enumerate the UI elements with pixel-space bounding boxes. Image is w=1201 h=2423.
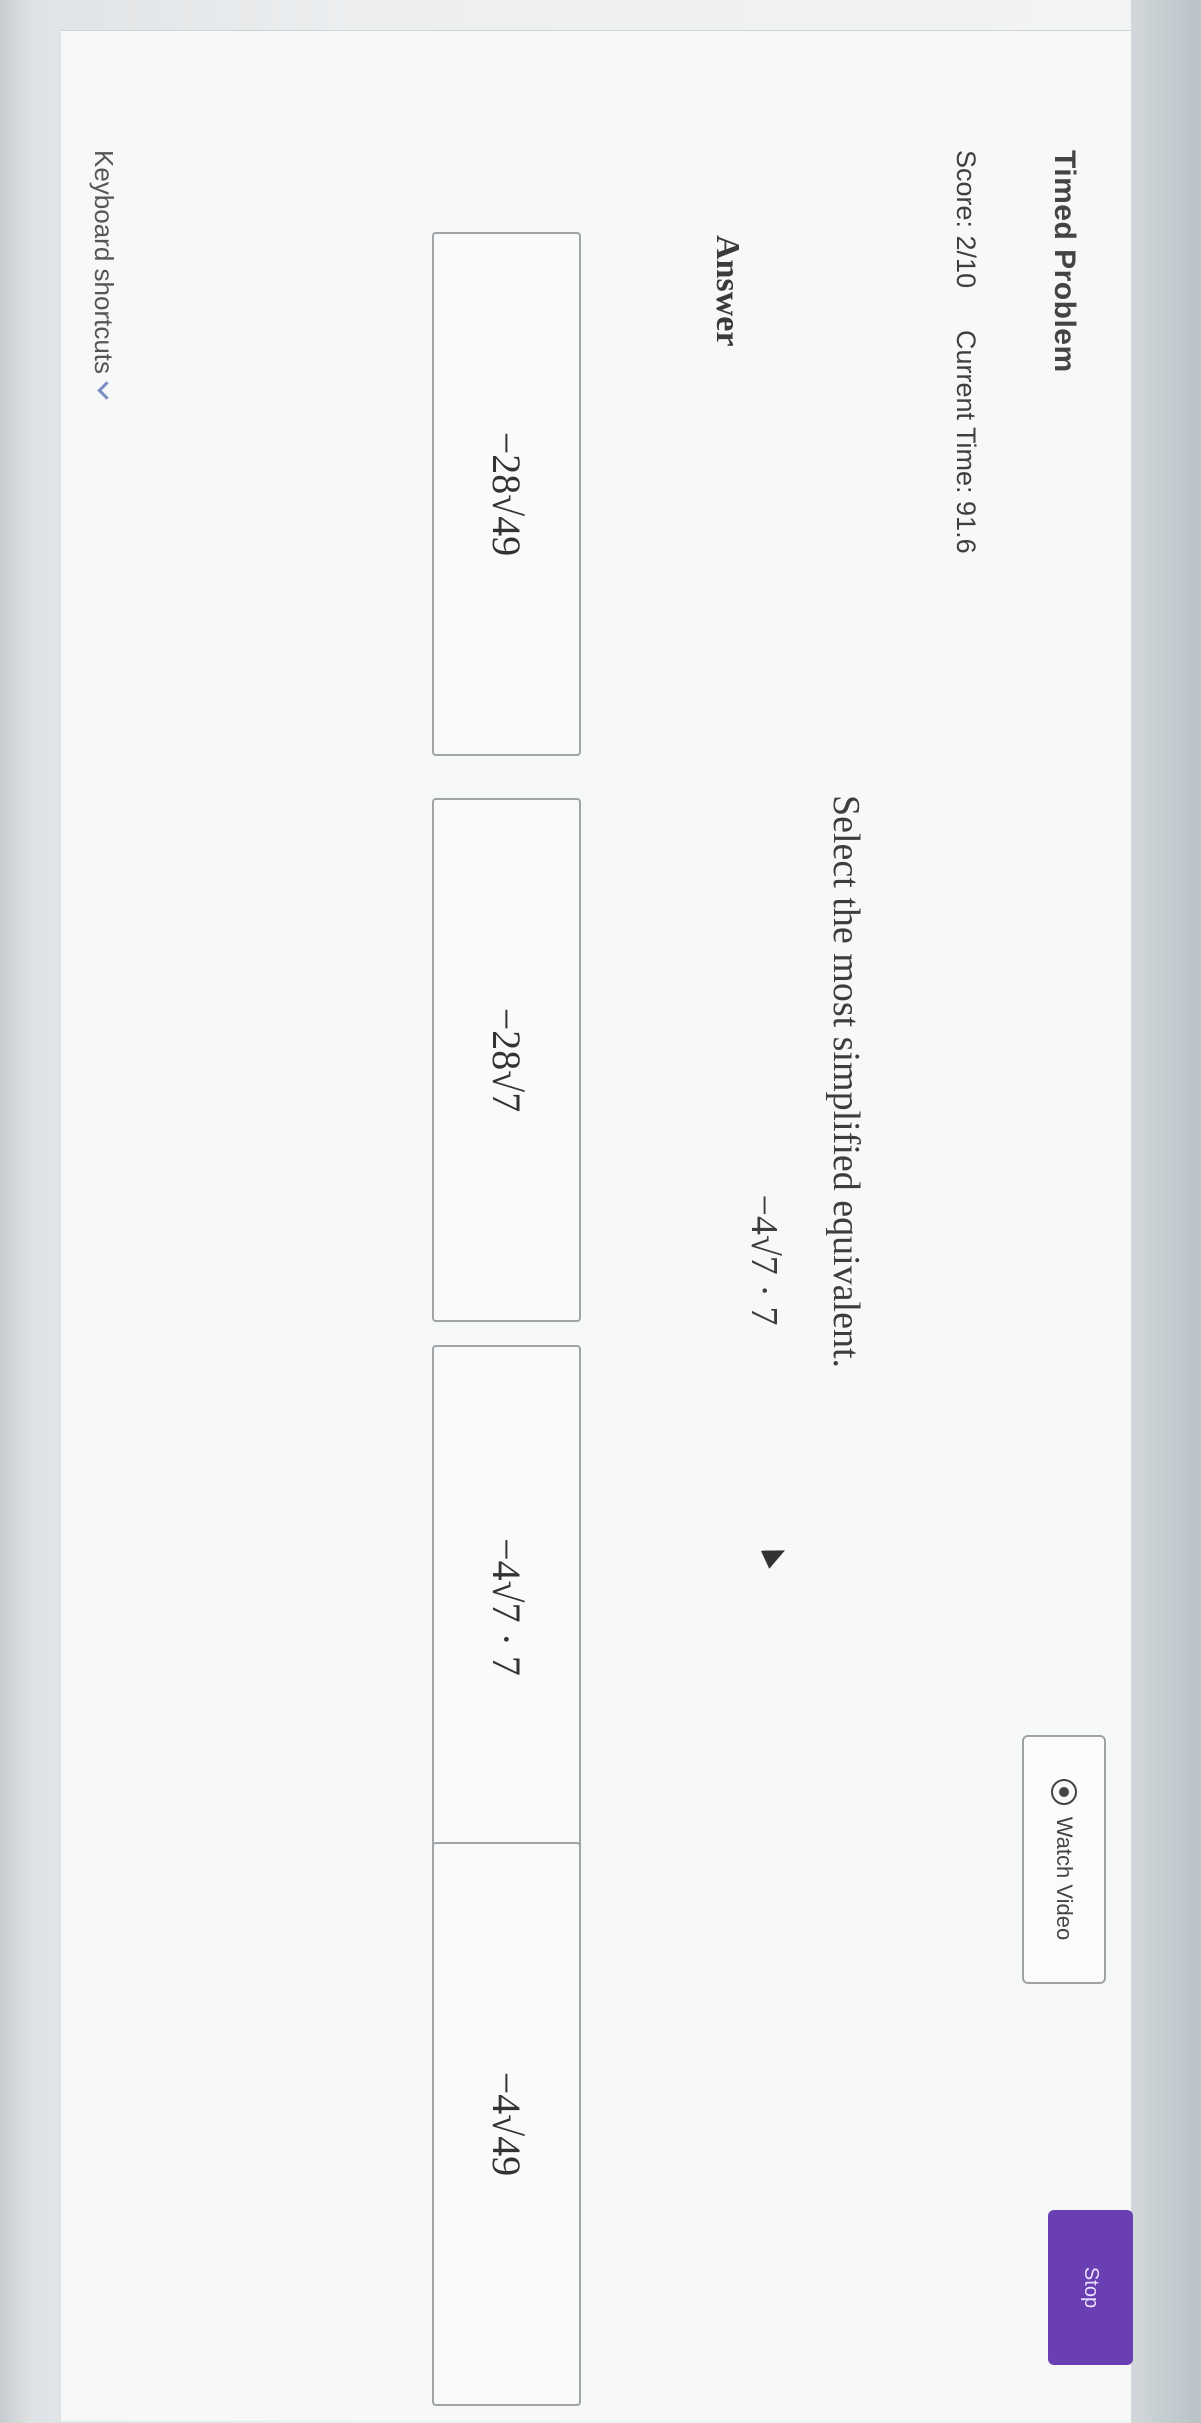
keyboard-shortcuts-label: Keyboard shortcuts [89,150,119,375]
play-icon [1051,1778,1077,1805]
answer-label: Answer [709,235,746,347]
chevron-down-icon [97,381,116,400]
answer-option[interactable]: −28√49 [432,232,581,756]
problem-expression: −4√7 · 7 [743,1194,785,1326]
screen-edge [0,0,31,2423]
watch-video-button[interactable]: Watch Video [1022,1735,1106,1984]
answer-option[interactable]: −4√49 [432,1842,581,2406]
stop-button[interactable]: Stop [1048,2210,1133,2365]
page-title: Timed Problem [1048,150,1081,373]
rotated-screen: Timed Problem Score: 2/10 Current Time: … [0,0,1201,2423]
score-text: Score: 2/10 [951,150,981,289]
monitor-bezel [1131,0,1201,2423]
answer-option[interactable]: −28√7 [432,798,581,1322]
answer-option[interactable]: −4√7 · 7 [432,1345,581,1869]
current-time-text: Current Time: 91.6 [951,330,981,554]
problem-prompt: Select the most simplified equivalent. [825,795,867,1369]
keyboard-shortcuts-toggle[interactable]: Keyboard shortcuts [88,150,119,400]
watch-video-label: Watch Video [1052,1816,1077,1941]
